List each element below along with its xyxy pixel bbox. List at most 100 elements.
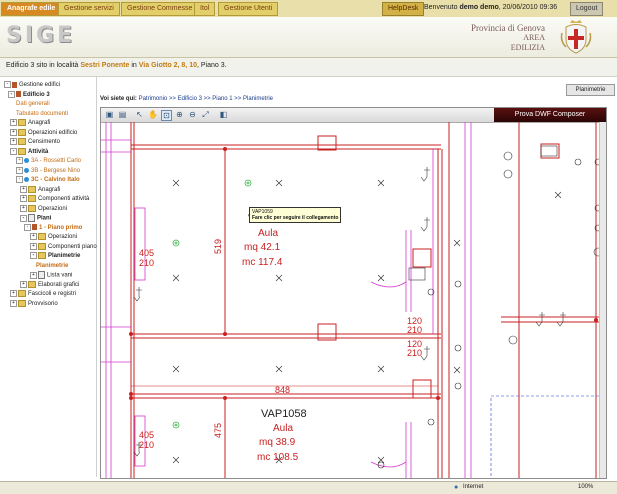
layers-icon[interactable]: ◧ <box>219 110 228 119</box>
tree-item-label: Operazioni edificio <box>28 129 78 136</box>
tree-item-label: Anagrafi <box>28 120 51 127</box>
pointer-icon[interactable]: ↖ <box>135 110 144 119</box>
building-icon <box>16 91 21 97</box>
expand-icon[interactable]: + <box>20 280 27 288</box>
fit-icon[interactable]: ⤢ <box>201 110 210 119</box>
location-text: Edificio 3 sito in località Sestri Ponen… <box>6 62 227 69</box>
zoom-out-icon[interactable]: ⊖ <box>188 110 197 119</box>
collapse-icon[interactable]: - <box>10 147 17 155</box>
planimetrie-button[interactable]: Planimetrie <box>566 84 615 96</box>
folder-icon <box>28 204 36 212</box>
tree-item[interactable]: + Provvisorio <box>10 299 58 308</box>
expand-icon[interactable]: + <box>10 290 17 297</box>
viewer-scrollbar[interactable] <box>599 122 606 478</box>
pan-icon[interactable]: ✋ <box>148 110 158 119</box>
tree-item[interactable]: + Anagrafi <box>20 185 60 194</box>
tree-item-label: Operazioni <box>38 205 68 212</box>
folder-icon <box>18 119 26 126</box>
dwf-viewer[interactable]: ▣ ▤ ↖ ✋ ⊡ ⊕ ⊖ ⤢ ◧ Prova DWF Composer 405… <box>100 107 607 479</box>
tree-item-label: 3A - Rossetti Carlo <box>31 158 82 165</box>
expand-icon[interactable]: + <box>10 299 17 307</box>
expand-icon[interactable]: + <box>10 138 17 145</box>
tree-item[interactable]: + Operazioni edificio <box>10 128 78 137</box>
tree-item[interactable]: Dati generali <box>16 100 50 108</box>
collapse-icon[interactable]: - <box>30 252 37 259</box>
tree-item[interactable]: + Censimento <box>10 138 60 146</box>
tab-gestione-servizi[interactable]: Gestione servizi <box>58 2 120 16</box>
tree-item[interactable]: - Attività <box>10 147 48 156</box>
zoom-window-icon[interactable]: ⊡ <box>161 110 172 121</box>
tree-item[interactable]: - Edificio 3 <box>8 90 50 99</box>
helpdesk-button[interactable]: HelpDesk <box>382 2 425 16</box>
breadcrumb-path[interactable]: Patrimonio >> Edificio 3 >> Piano 1 >> P… <box>139 96 273 102</box>
folder-icon <box>18 128 26 136</box>
expand-icon[interactable]: + <box>20 195 27 202</box>
navigation-tree: - Gestione edifici - Edificio 3 Dati general… <box>0 77 97 477</box>
tree-item[interactable]: - 1 - Piano primo <box>24 223 82 232</box>
tab-gestione-utenti[interactable]: Gestione Utenti <box>218 2 279 16</box>
tree-item[interactable]: + Fascicoli e registri <box>10 290 76 298</box>
print-icon[interactable]: ▤ <box>118 110 127 119</box>
room-area: mq 38.9 <box>259 437 296 448</box>
tree-item[interactable]: + Componenti piano <box>30 242 97 251</box>
tab-gestione-commesse[interactable]: Gestione Commesse <box>121 2 199 16</box>
tree-item[interactable]: + Elaborati grafici <box>20 280 79 289</box>
tree-item[interactable]: + Componenti attività <box>20 195 89 203</box>
tree-item[interactable]: - Piani <box>20 214 51 223</box>
tree-item[interactable]: + Operazioni <box>30 233 77 241</box>
expand-icon[interactable]: + <box>16 166 23 174</box>
expand-icon[interactable]: + <box>20 185 27 193</box>
tree-item[interactable]: - 3C - Calvino Italo <box>16 176 80 184</box>
tree-item-label: Provvisorio <box>28 300 58 307</box>
folder-icon <box>18 290 26 297</box>
zoom-level[interactable]: 100% <box>578 484 593 490</box>
expand-icon[interactable]: + <box>30 242 37 250</box>
folder-icon <box>28 185 36 193</box>
tree-item[interactable]: - Gestione edifici <box>4 81 60 89</box>
tree-item-label: Operazioni <box>48 234 78 241</box>
folder-icon <box>38 233 46 240</box>
tree-item-label: Edificio 3 <box>23 91 50 98</box>
room-use: Aula <box>258 228 278 239</box>
tree-item[interactable]: +3A - Rossetti Carlo <box>16 157 81 165</box>
tree-item[interactable]: - Planimetrie <box>30 252 80 260</box>
expand-icon[interactable]: + <box>30 271 37 279</box>
building-icon <box>12 81 17 88</box>
collapse-icon[interactable]: - <box>24 223 31 231</box>
room-vap1058[interactable]: VAP1058 Aula mq 38.9 mc 108.5 <box>257 408 307 463</box>
save-icon[interactable]: ▣ <box>105 110 114 119</box>
tree-item[interactable]: Planimetrie <box>36 262 68 270</box>
tree-item-label: Lista vani <box>47 272 73 279</box>
dim-210-b: 210 <box>407 348 422 358</box>
collapse-icon[interactable]: - <box>4 81 11 88</box>
tab-itol[interactable]: Itol <box>194 2 216 16</box>
tree-item-label: 3B - Bergese Nino <box>31 167 81 174</box>
tree-item[interactable]: + Lista vani <box>30 271 72 280</box>
dim-210-top: 210 <box>139 258 154 268</box>
tree-item-label: Fascicoli e registri <box>28 291 77 298</box>
expand-icon[interactable]: + <box>20 204 27 212</box>
tree-item[interactable]: + Operazioni <box>20 204 68 213</box>
sige-logo: SIGE <box>6 23 76 48</box>
collapse-icon[interactable]: - <box>16 176 23 183</box>
folder-icon <box>38 252 46 259</box>
collapse-icon[interactable]: - <box>8 90 15 98</box>
tree-item-label: Dati generali <box>16 101 50 107</box>
province-name: Provincia di Genova <box>471 23 545 33</box>
expand-icon[interactable]: + <box>16 157 23 164</box>
room-use: Aula <box>273 423 293 434</box>
expand-icon[interactable]: + <box>10 119 17 126</box>
tree-item-label: 3C - Calvino Italo <box>31 177 80 184</box>
document-icon <box>38 271 45 279</box>
floor-plan[interactable]: 405 210 519 405 210 120 210 120 210 848 … <box>101 122 600 478</box>
tab-anagrafe-edile[interactable]: Anagrafe edile <box>1 2 62 16</box>
tree-item[interactable]: Tabulato documenti <box>16 110 68 118</box>
tree-item[interactable]: +3B - Bergese Nino <box>16 166 81 175</box>
expand-icon[interactable]: + <box>30 233 37 240</box>
collapse-icon[interactable]: - <box>20 214 27 222</box>
document-icon <box>28 214 35 222</box>
logout-button[interactable]: Logout <box>570 2 604 16</box>
tree-item[interactable]: + Anagrafi <box>10 119 50 127</box>
zoom-in-icon[interactable]: ⊕ <box>175 110 184 119</box>
expand-icon[interactable]: + <box>10 128 17 136</box>
